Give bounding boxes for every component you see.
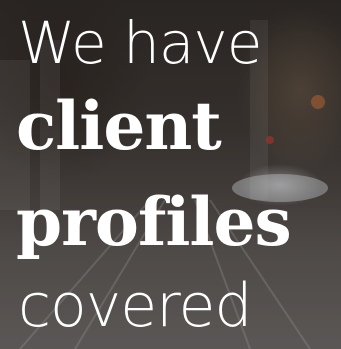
headline-line-2: client	[16, 87, 222, 165]
headline-line-4: covered	[18, 271, 252, 341]
headline-line-3: profiles	[16, 183, 292, 261]
promo-banner: We have client profiles covered	[0, 0, 341, 349]
headline-line-1: We have	[18, 9, 262, 77]
